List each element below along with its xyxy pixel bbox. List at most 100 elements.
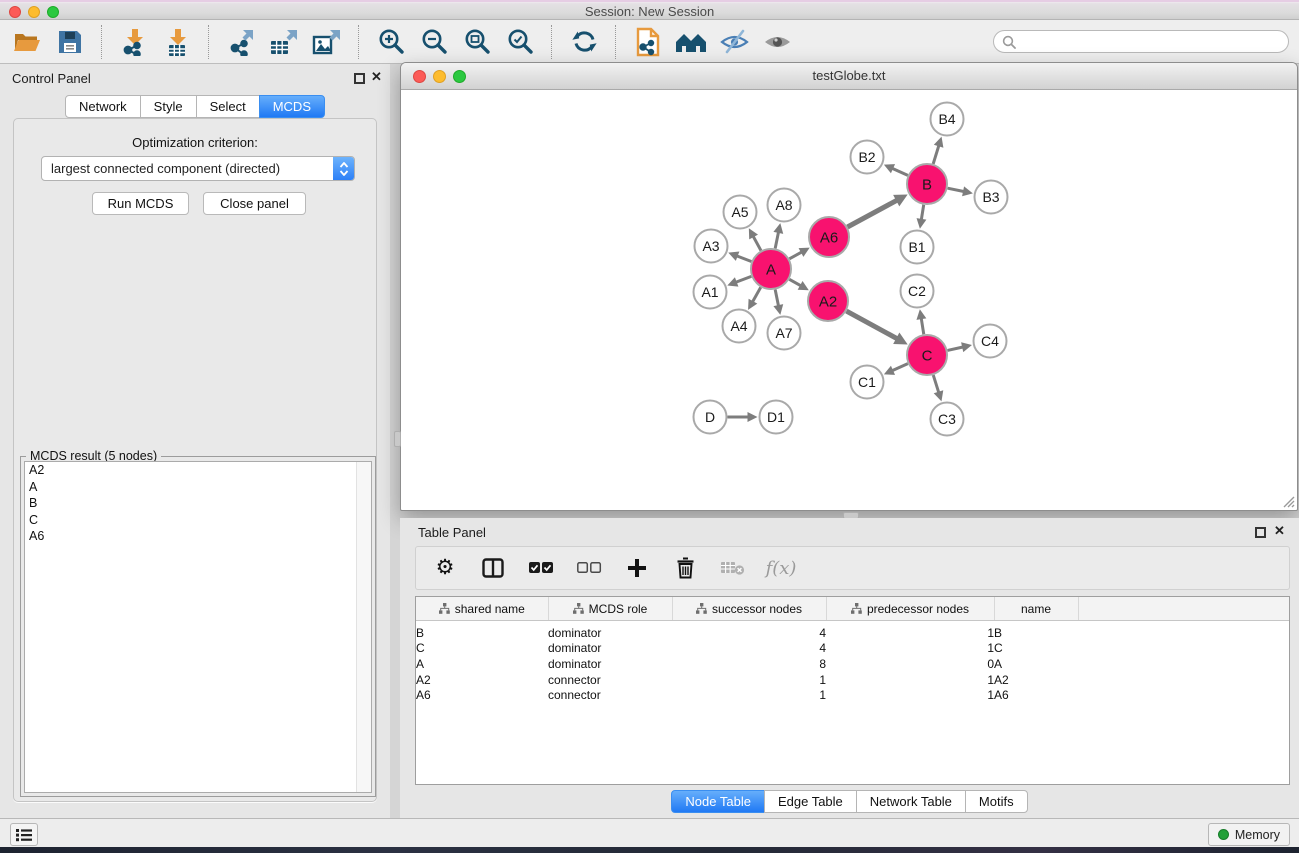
cell-shared-name[interactable]: A <box>416 656 548 672</box>
tab-select[interactable]: Select <box>196 95 260 118</box>
task-history-button[interactable] <box>10 823 38 846</box>
network-from-file-button[interactable] <box>631 26 665 58</box>
cell-name[interactable]: A6 <box>994 687 1078 703</box>
graph-edge[interactable] <box>891 168 908 176</box>
cell-predecessor-nodes[interactable]: 1 <box>826 672 994 688</box>
cell-mcds-role[interactable]: connector <box>548 687 672 703</box>
cell-shared-name[interactable]: C <box>416 641 548 657</box>
import-table-button[interactable] <box>160 26 194 58</box>
run-mcds-button[interactable]: Run MCDS <box>92 192 189 215</box>
table-row[interactable]: A dominator 8 0 A <box>416 656 1290 672</box>
column-header-successor-nodes[interactable]: successor nodes <box>672 597 826 621</box>
show-all-button[interactable] <box>760 26 794 58</box>
graph-edge[interactable] <box>736 255 752 261</box>
function-builder-button[interactable]: f(x) <box>768 555 794 581</box>
graph-edge[interactable] <box>933 144 939 164</box>
cell-shared-name[interactable]: A6 <box>416 687 548 703</box>
apply-layout-button[interactable] <box>567 26 601 58</box>
graph-edge[interactable] <box>789 251 802 258</box>
zoom-out-button[interactable] <box>417 26 451 58</box>
cell-successor-nodes[interactable]: 1 <box>672 672 826 688</box>
delete-column-button[interactable] <box>672 555 698 581</box>
import-network-button[interactable] <box>117 26 151 58</box>
graph-edge[interactable] <box>947 347 964 351</box>
export-network-button[interactable] <box>224 26 258 58</box>
add-column-button[interactable] <box>624 555 650 581</box>
column-header-mcds-role[interactable]: MCDS role <box>548 597 672 621</box>
deselect-all-button[interactable] <box>576 555 602 581</box>
zoom-in-button[interactable] <box>374 26 408 58</box>
graph-edge[interactable] <box>789 279 802 286</box>
cell-shared-name[interactable]: B <box>416 621 548 641</box>
save-session-button[interactable] <box>53 26 87 58</box>
tab-style[interactable]: Style <box>140 95 197 118</box>
resize-grip-icon[interactable] <box>1282 495 1295 508</box>
list-item[interactable]: C <box>25 512 371 529</box>
cell-predecessor-nodes[interactable]: 1 <box>826 641 994 657</box>
cell-successor-nodes[interactable]: 4 <box>672 641 826 657</box>
table-row[interactable]: A6 connector 1 1 A6 <box>416 687 1290 703</box>
split-columns-button[interactable] <box>480 555 506 581</box>
tab-mcds[interactable]: MCDS <box>259 95 325 118</box>
tab-node-table[interactable]: Node Table <box>671 790 765 813</box>
export-table-button[interactable] <box>267 26 301 58</box>
cell-successor-nodes[interactable]: 8 <box>672 656 826 672</box>
network-window-titlebar[interactable]: testGlobe.txt <box>401 63 1297 90</box>
network-canvas[interactable]: AA1A2A3A4A5A6A7A8BB1B2B3B4CC1C2C3C4DD1 <box>401 89 1297 510</box>
cell-predecessor-nodes[interactable]: 1 <box>826 621 994 641</box>
graph-edge[interactable] <box>847 200 898 227</box>
table-row[interactable]: B dominator 4 1 B <box>416 621 1290 641</box>
list-item[interactable]: A <box>25 479 371 496</box>
zoom-fit-button[interactable] <box>460 26 494 58</box>
list-item[interactable]: A6 <box>25 528 371 545</box>
delete-table-button[interactable] <box>720 555 746 581</box>
tab-motifs[interactable]: Motifs <box>965 790 1028 813</box>
graph-edge[interactable] <box>933 375 939 394</box>
column-header-name[interactable]: name <box>994 597 1078 621</box>
home-button[interactable] <box>674 26 708 58</box>
memory-button[interactable]: Memory <box>1208 823 1290 846</box>
cell-successor-nodes[interactable]: 4 <box>672 621 826 641</box>
table-row[interactable]: A2 connector 1 1 A2 <box>416 672 1290 688</box>
close-panel-button[interactable]: Close panel <box>203 192 306 215</box>
criterion-dropdown[interactable]: largest connected component (directed) <box>41 156 355 181</box>
cell-successor-nodes[interactable]: 1 <box>672 687 826 703</box>
column-header-predecessor-nodes[interactable]: predecessor nodes <box>826 597 994 621</box>
tab-edge-table[interactable]: Edge Table <box>764 790 857 813</box>
column-header-shared-name[interactable]: shared name <box>416 597 548 621</box>
vertical-split-handle[interactable] <box>394 431 401 447</box>
close-table-panel-icon[interactable]: ✕ <box>1274 525 1286 537</box>
float-panel-icon[interactable] <box>354 71 366 83</box>
graph-edge[interactable] <box>891 364 908 372</box>
cell-name[interactable]: A2 <box>994 672 1078 688</box>
tab-network[interactable]: Network <box>65 95 141 118</box>
list-item[interactable]: A2 <box>25 462 371 479</box>
open-session-button[interactable] <box>10 26 44 58</box>
tab-network-table[interactable]: Network Table <box>856 790 966 813</box>
table-settings-button[interactable]: ⚙ <box>432 555 458 581</box>
scrollbar-track[interactable] <box>356 462 371 792</box>
float-table-panel-icon[interactable] <box>1255 525 1267 537</box>
cell-predecessor-nodes[interactable]: 0 <box>826 656 994 672</box>
search-input[interactable] <box>1021 34 1288 50</box>
cell-name[interactable]: C <box>994 641 1078 657</box>
cell-predecessor-nodes[interactable]: 1 <box>826 687 994 703</box>
select-all-button[interactable] <box>528 555 554 581</box>
cell-mcds-role[interactable]: dominator <box>548 641 672 657</box>
cell-mcds-role[interactable]: connector <box>548 672 672 688</box>
graph-edge[interactable] <box>921 205 924 221</box>
export-image-button[interactable] <box>310 26 344 58</box>
graph-edge[interactable] <box>753 235 761 250</box>
list-item[interactable]: B <box>25 495 371 512</box>
cell-mcds-role[interactable]: dominator <box>548 621 672 641</box>
cell-name[interactable]: A <box>994 656 1078 672</box>
graph-edge[interactable] <box>948 188 965 192</box>
close-panel-icon[interactable]: ✕ <box>371 71 383 83</box>
hide-selected-button[interactable] <box>717 26 751 58</box>
cell-shared-name[interactable]: A2 <box>416 672 548 688</box>
table-row[interactable]: C dominator 4 1 C <box>416 641 1290 657</box>
graph-edge[interactable] <box>735 276 752 282</box>
graph-edge[interactable] <box>921 317 924 334</box>
zoom-selected-button[interactable] <box>503 26 537 58</box>
cell-name[interactable]: B <box>994 621 1078 641</box>
